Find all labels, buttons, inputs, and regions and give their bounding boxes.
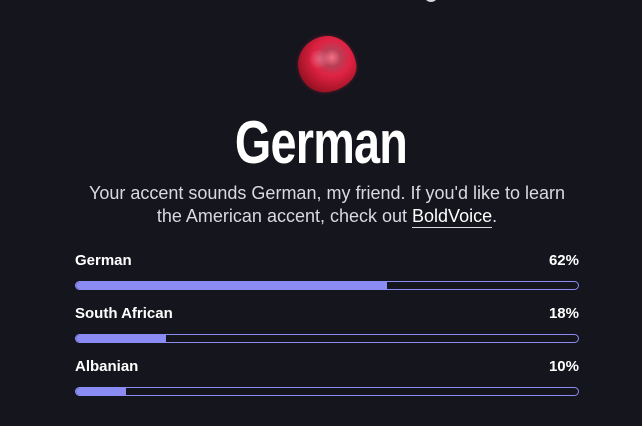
result-row: Albanian 10%: [75, 354, 579, 407]
result-row: South African 18%: [75, 301, 579, 354]
result-label: German: [75, 251, 132, 269]
progress-bar: [75, 334, 579, 343]
progress-bar: [75, 387, 579, 396]
accent-description: Your accent sounds German, my friend. If…: [76, 182, 578, 228]
progress-fill: [76, 335, 167, 342]
result-percent: 18%: [548, 304, 579, 322]
progress-fill: [76, 388, 127, 395]
result-label: Albanian: [75, 357, 139, 375]
result-percent: 62%: [548, 251, 579, 269]
result-percent: 10%: [548, 357, 579, 375]
accent-orb-icon: [294, 32, 360, 96]
accent-title: German: [234, 109, 408, 176]
accent-results: German 62% South African 18% Albanian 10…: [75, 248, 579, 407]
clipped-header-text: [368, 0, 438, 2]
progress-fill: [76, 282, 388, 289]
boldvoice-link[interactable]: BoldVoice: [412, 206, 493, 228]
result-label: South African: [75, 304, 173, 322]
progress-bar: [75, 281, 579, 290]
description-end: .: [492, 206, 498, 226]
result-row: German 62%: [75, 248, 579, 301]
